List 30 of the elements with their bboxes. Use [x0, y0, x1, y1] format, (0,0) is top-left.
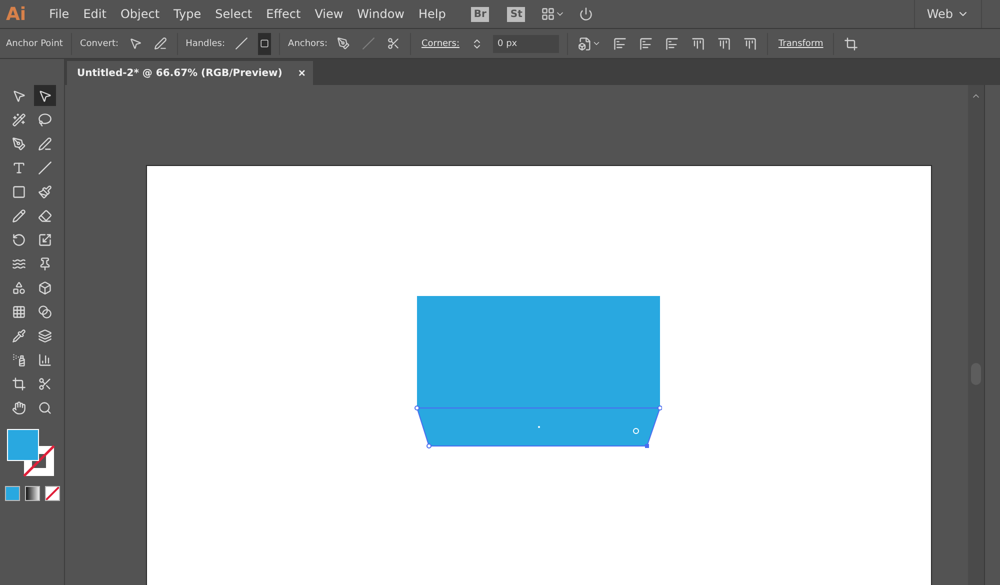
corners-field[interactable]: 0 px: [493, 34, 560, 52]
handles-label: Handles:: [186, 38, 226, 48]
menu-item[interactable]: Effect: [259, 7, 308, 21]
menu-item[interactable]: Type: [166, 7, 208, 21]
hide-handles-icon[interactable]: [258, 32, 272, 54]
app-launch-button[interactable]: Br: [470, 6, 490, 22]
document-tab[interactable]: Untitled-2* @ 66.67% (RGB/Preview) ×: [67, 61, 314, 85]
fill-swatch[interactable]: [7, 429, 39, 461]
menu-item[interactable]: Select: [208, 7, 260, 21]
none-mode-icon[interactable]: [44, 486, 60, 501]
menu-item[interactable]: Window: [350, 7, 412, 21]
transform-link[interactable]: Transform: [776, 36, 826, 50]
menu-item[interactable]: Object: [113, 7, 167, 21]
corners-link[interactable]: Corners:: [419, 36, 462, 50]
direct-selection-tool-icon[interactable]: [34, 85, 56, 106]
convert-label: Convert:: [80, 38, 119, 48]
workspace-switcher[interactable]: Web: [914, 0, 982, 28]
menu-item[interactable]: Edit: [76, 7, 114, 21]
vertical-scrollbar[interactable]: [968, 85, 984, 585]
tool-name: Anchor Point: [6, 38, 63, 48]
gradient-mode-icon[interactable]: [24, 486, 40, 501]
color-mode-icon[interactable]: [4, 486, 20, 501]
menu-item[interactable]: File: [42, 7, 76, 21]
close-tab-button[interactable]: ×: [298, 66, 306, 80]
document-title: Untitled-2* @ 66.67% (RGB/Preview): [77, 68, 282, 78]
menu-item[interactable]: View: [308, 7, 350, 21]
app-logo: Ai: [6, 4, 26, 24]
anchors-label: Anchors:: [288, 38, 328, 48]
menu-item[interactable]: Help: [412, 7, 453, 21]
app-launch-button[interactable]: St: [507, 6, 526, 22]
